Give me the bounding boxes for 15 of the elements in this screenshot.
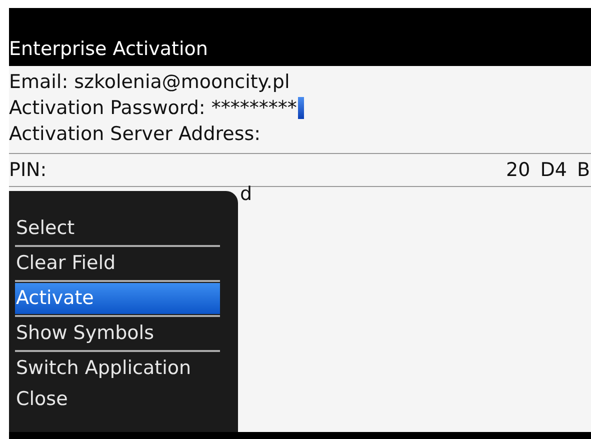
status-text: d — [240, 183, 252, 205]
pin-label: PIN: — [9, 159, 47, 181]
pin-value: 20 D4 B — [506, 159, 590, 181]
menu-item[interactable]: Close — [15, 384, 220, 415]
menu-item[interactable]: Clear Field — [15, 248, 220, 279]
field-label: Email: — [9, 71, 68, 93]
window-title: Enterprise Activation — [9, 38, 208, 60]
field-value[interactable]: szkolenia@mooncity.pl — [74, 71, 290, 93]
field-label: Activation Password: — [9, 97, 206, 119]
menu-item[interactable]: Select — [15, 213, 220, 244]
field-value[interactable]: ********* — [211, 97, 297, 119]
menu-item[interactable]: Show Symbols — [15, 318, 220, 349]
field-label: Activation Server Address: — [9, 123, 261, 145]
menu-item[interactable]: Activate — [15, 283, 220, 314]
menu-item[interactable]: Switch Application — [15, 353, 220, 384]
